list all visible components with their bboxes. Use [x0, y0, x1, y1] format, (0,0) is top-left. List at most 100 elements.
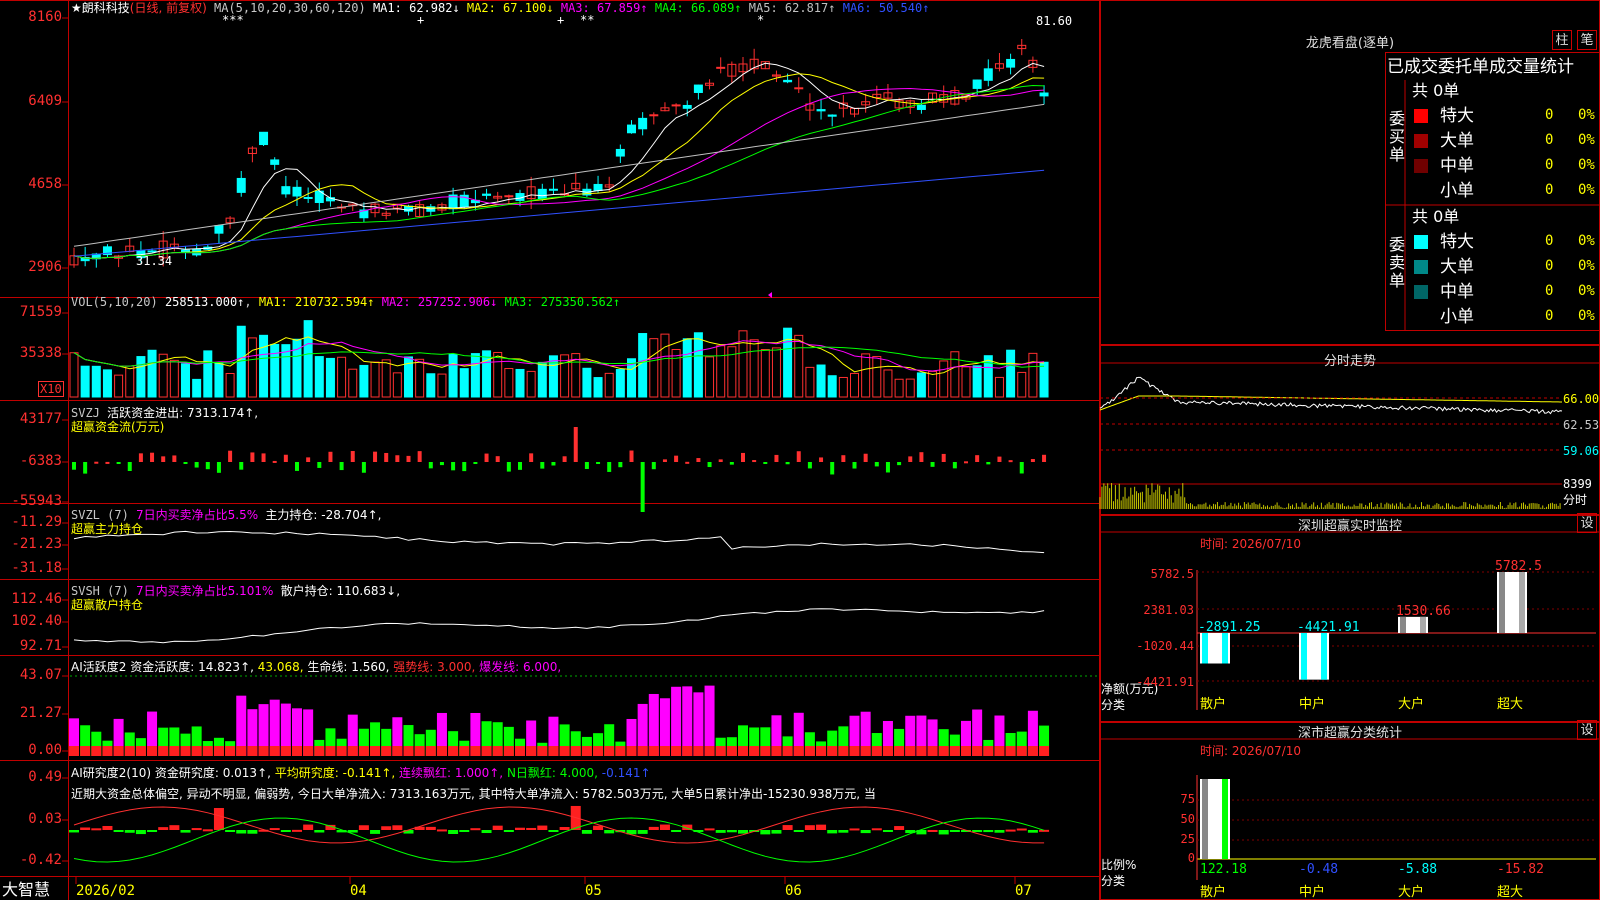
svzj-bar: [774, 454, 779, 462]
svzj-bar: [551, 462, 556, 466]
svzj-bar: [439, 462, 444, 466]
kline-high-label: 81.60: [1036, 14, 1073, 28]
monitor-bar-shade2-3: [1519, 572, 1525, 633]
kline-marker-2: +: [557, 13, 565, 27]
stats-bar-label-0: 122.18: [1200, 862, 1247, 877]
volume-bar: [359, 364, 369, 398]
research-bar: [537, 825, 548, 830]
svsh-panel-axis-0: 112.46: [11, 591, 62, 607]
volume-bar: [504, 368, 514, 398]
ai-base-bar: [124, 746, 135, 756]
volume-bar: [994, 376, 1004, 398]
volume-bar: [883, 369, 893, 398]
svzj-bar: [272, 460, 277, 463]
svzj-bar: [72, 462, 76, 470]
monitor-bar-label-2: 1530.66: [1396, 604, 1451, 619]
buy-row-count-1: 0: [1545, 132, 1554, 148]
research-bar: [871, 828, 882, 831]
research-bar: [726, 830, 737, 833]
vol-unit: X10: [38, 381, 64, 397]
volume-bar: [482, 350, 492, 398]
svzj-bar: [328, 451, 333, 462]
kline-chart-area[interactable]: -2891.25 散户 -4421.91 中户 1530.66 大户 5782.5 超大 122…: [0, 0, 1600, 900]
research-bar: [559, 827, 570, 830]
svzj-bar: [473, 462, 478, 464]
buy-row-pct-2: 0%: [1578, 157, 1595, 173]
svzj-title: 活跃资金进出: 7313.174↑,: [107, 406, 259, 420]
research-bar: [760, 830, 771, 835]
candle-body: [693, 84, 703, 93]
ai-base-bar: [1027, 746, 1038, 756]
ai-base-bar: [793, 746, 804, 756]
ai-base-bar: [492, 746, 503, 756]
ai-base-bar: [749, 746, 760, 756]
sell-row-swatch-1: [1414, 260, 1428, 274]
tick-mode-button[interactable]: 笔: [1577, 30, 1597, 50]
svzj-bar: [94, 461, 99, 464]
ai-base-bar: [838, 746, 849, 756]
candle-body: [303, 196, 313, 199]
candle-body: [638, 117, 648, 130]
stats-bar-edge-0: [1222, 779, 1228, 859]
ai-panel-axis-2: 0.00: [28, 742, 62, 758]
fenshi-title: 分时走势: [1323, 354, 1376, 369]
sell-row-name-3: 小单: [1440, 307, 1474, 327]
volume-bar: [850, 372, 859, 398]
ai-base-bar: [882, 746, 893, 756]
ai-base-bar: [336, 746, 347, 756]
ai-activity-bar: [704, 685, 715, 756]
ai-base-bar: [1005, 746, 1016, 756]
buy-row-swatch-0: [1414, 109, 1428, 123]
ma6-value: 50.540↑: [878, 1, 930, 15]
sz-monitor-axis-3: -4421.91: [1136, 675, 1194, 689]
x-axis-label-2: 05: [585, 883, 602, 899]
volume-bar: [716, 345, 726, 398]
vol-ma3-label: MA3:: [504, 295, 534, 309]
ma2-label: MA2:: [466, 1, 496, 15]
volume-bar: [827, 375, 837, 398]
ai-base-bar: [548, 746, 559, 756]
bar-mode-button[interactable]: 柱: [1552, 30, 1572, 50]
research-bar: [292, 829, 302, 832]
candle-body: [259, 131, 269, 146]
sz-stats-settings-button[interactable]: 设: [1577, 720, 1597, 740]
ai-base-bar: [347, 746, 358, 756]
svzj-bar: [796, 451, 801, 462]
ai-base-bar: [303, 746, 314, 756]
ai-activity-bars: [69, 685, 1050, 756]
ai-base-bar: [648, 746, 659, 756]
volume-bar: [916, 372, 926, 398]
ai-base-bar: [693, 746, 704, 756]
volume-bar: [415, 358, 425, 398]
svzj-bar: [674, 455, 679, 462]
svzj-bar: [384, 452, 389, 462]
ma4-value: 66.089↑: [690, 1, 742, 15]
lhb-title: 龙虎看盘(逐单): [1305, 36, 1395, 51]
svzj-bar: [306, 457, 311, 462]
svzl-panel-axis-0: -11.29: [11, 514, 62, 530]
monitor-cat-label-1: 中户: [1299, 696, 1325, 712]
svzj-bar: [607, 462, 612, 472]
monitor-cat-label-3: 超大: [1497, 697, 1523, 712]
research-bar: [470, 828, 481, 831]
candle-body: [716, 66, 726, 69]
ai-base-bar: [191, 746, 202, 756]
svsh-subtitle: 超赢散户持仓: [71, 598, 144, 612]
vol-ma2-label: MA2:: [381, 295, 411, 309]
ai-base-bar: [615, 746, 626, 756]
sz-stats-xlabel: 分类: [1101, 874, 1126, 888]
ai-research-axis-1: 0.03: [28, 811, 62, 827]
volume-bar: [147, 349, 157, 398]
candle-body: [537, 188, 547, 200]
svzj-bar: [194, 462, 199, 468]
volume-bar: [526, 370, 536, 398]
svzl-subtitle: 超赢主力持仓: [71, 522, 144, 536]
ai-strong: 强势线: 3.000,: [393, 660, 476, 674]
ai-base-bar: [113, 746, 124, 756]
candle-body: [671, 104, 681, 107]
sz-monitor-settings-button[interactable]: 设: [1577, 513, 1597, 533]
svzj-bar: [629, 450, 634, 462]
ai-base-bar: [760, 746, 771, 756]
svzj-bar: [506, 462, 511, 472]
fenshi-vol-label: 8399: [1563, 477, 1592, 491]
